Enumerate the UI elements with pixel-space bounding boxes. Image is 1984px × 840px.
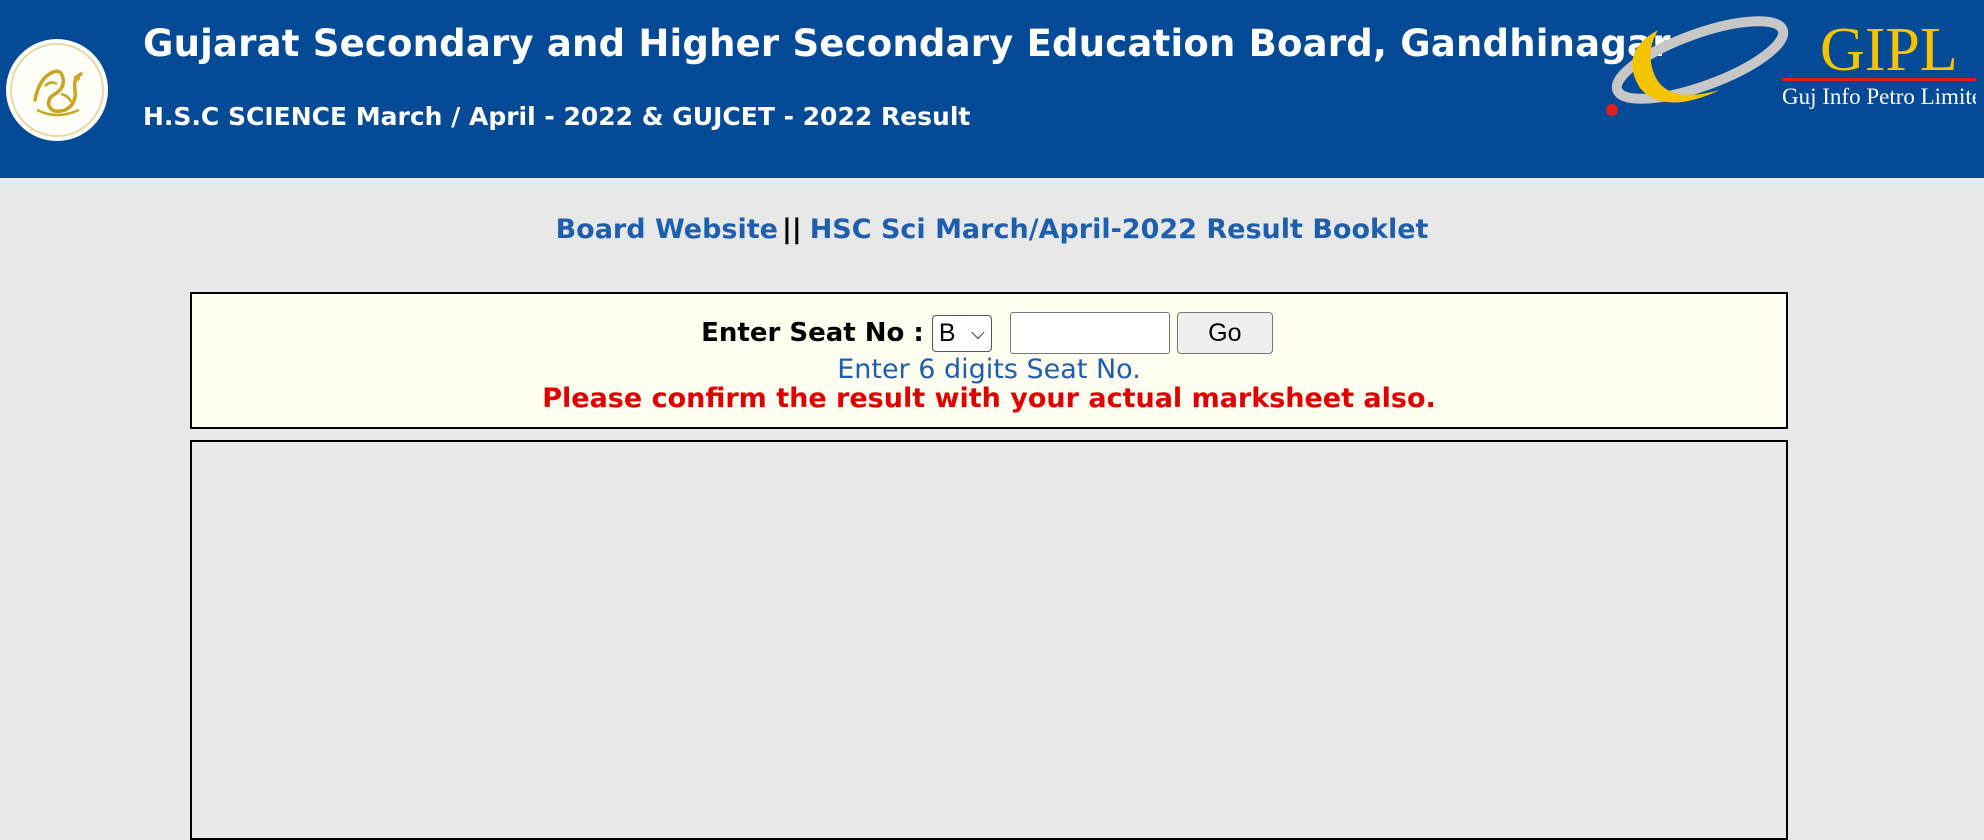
seat-prefix-select[interactable]: B ⌵ [931, 314, 992, 352]
confirm-warning-text: Please confirm the result with your actu… [542, 383, 1436, 414]
gipl-logo: GIPL Guj Info Petro Limited [1606, 16, 1976, 116]
seat-hint-text: Enter 6 digits Seat No. [837, 354, 1141, 385]
gipl-logo-name: GIPL [1820, 16, 1958, 84]
links-bar: Board Website || HSC Sci March/April-2022 … [0, 214, 1984, 245]
seat-number-label: Enter Seat No : [701, 318, 924, 348]
page-subtitle: H.S.C SCIENCE March / April - 2022 & GUJ… [143, 102, 971, 131]
seat-input-row: Enter Seat No : B ⌵ Go [192, 312, 1786, 354]
result-booklet-link[interactable]: HSC Sci March/April-2022 Result Booklet [810, 214, 1429, 245]
result-display-area [190, 440, 1788, 840]
page-header: Gujarat Secondary and Higher Secondary E… [0, 0, 1984, 178]
gipl-logo-tagline: Guj Info Petro Limited [1782, 84, 1976, 109]
seat-prefix-value: B [938, 318, 956, 347]
page-title: Gujarat Secondary and Higher Secondary E… [143, 22, 1671, 65]
gipl-crescent-icon [1606, 16, 1789, 116]
board-website-link[interactable]: Board Website [556, 214, 778, 245]
chevron-down-icon: ⌵ [971, 322, 985, 343]
seat-number-form: Enter Seat No : B ⌵ Go Enter 6 digits Se… [190, 292, 1788, 429]
board-emblem-icon [6, 39, 108, 141]
link-separator: || [781, 214, 802, 245]
go-button[interactable]: Go [1176, 312, 1273, 354]
seat-number-input[interactable] [1009, 312, 1170, 354]
